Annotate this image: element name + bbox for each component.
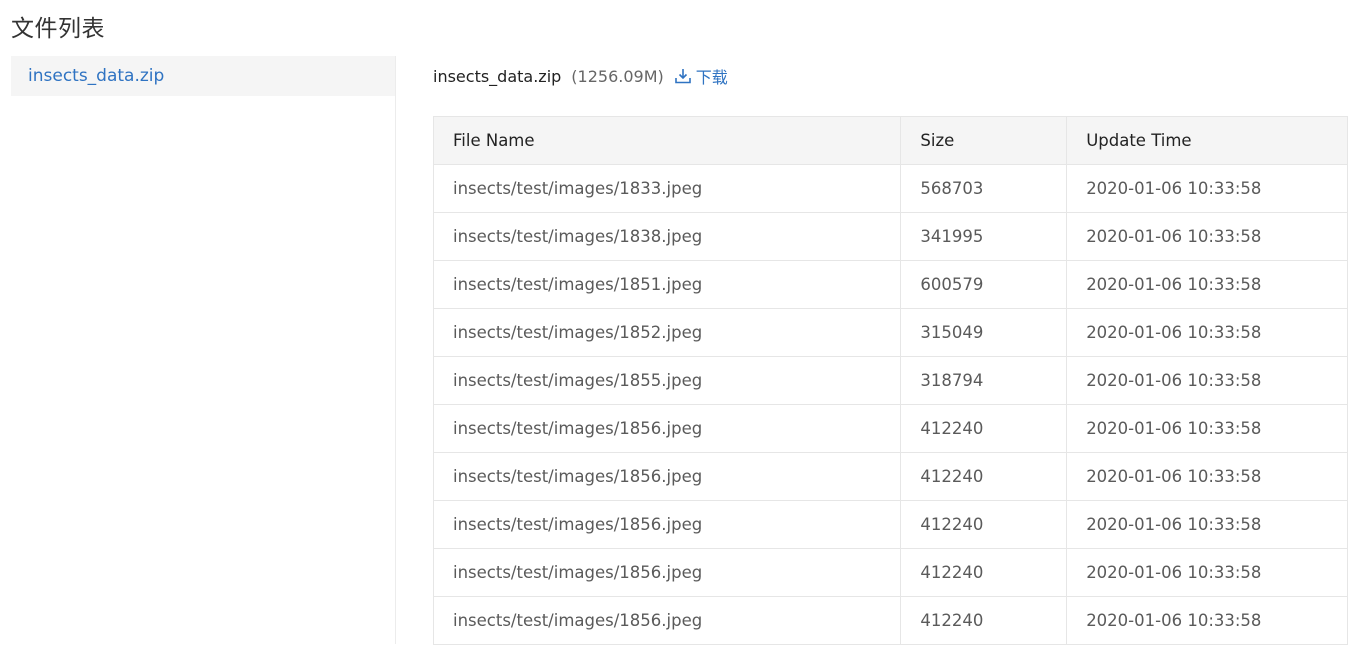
cell-update-time: 2020-01-06 10:33:58	[1066, 596, 1348, 645]
cell-size: 318794	[900, 356, 1068, 405]
sidebar-item-insects-data-zip[interactable]: insects_data.zip	[11, 56, 395, 96]
cell-size: 412240	[900, 500, 1068, 549]
table-row: insects/test/images/1851.jpeg 600579 202…	[432, 260, 1348, 309]
cell-update-time: 2020-01-06 10:33:58	[1066, 164, 1348, 213]
cell-update-time: 2020-01-06 10:33:58	[1066, 356, 1348, 405]
page-title: 文件列表	[11, 16, 105, 42]
cell-file-name: insects/test/images/1851.jpeg	[432, 260, 902, 309]
file-table: File Name Size Update Time insects/test/…	[432, 116, 1348, 645]
table-row: insects/test/images/1856.jpeg 412240 202…	[432, 404, 1348, 453]
file-header: insects_data.zip (1256.09M) 下载	[433, 56, 1348, 96]
cell-file-name: insects/test/images/1852.jpeg	[432, 308, 902, 357]
cell-file-name: insects/test/images/1856.jpeg	[432, 404, 902, 453]
file-size: (1256.09M)	[571, 66, 664, 86]
cell-update-time: 2020-01-06 10:33:58	[1066, 260, 1348, 309]
file-name: insects_data.zip	[433, 66, 562, 86]
column-header-update-time: Update Time	[1066, 116, 1348, 165]
cell-update-time: 2020-01-06 10:33:58	[1066, 548, 1348, 597]
cell-file-name: insects/test/images/1833.jpeg	[432, 164, 902, 213]
cell-file-name: insects/test/images/1856.jpeg	[432, 596, 902, 645]
cell-size: 412240	[900, 452, 1068, 501]
table-row: insects/test/images/1856.jpeg 412240 202…	[432, 500, 1348, 549]
cell-size: 341995	[900, 212, 1068, 261]
column-header-file-name: File Name	[432, 116, 902, 165]
cell-update-time: 2020-01-06 10:33:58	[1066, 308, 1348, 357]
cell-update-time: 2020-01-06 10:33:58	[1066, 212, 1348, 261]
table-row: insects/test/images/1855.jpeg 318794 202…	[432, 356, 1348, 405]
sidebar: insects_data.zip	[11, 56, 396, 644]
cell-size: 600579	[900, 260, 1068, 309]
cell-size: 568703	[900, 164, 1068, 213]
download-label: 下载	[695, 68, 728, 87]
cell-file-name: insects/test/images/1855.jpeg	[432, 356, 902, 405]
cell-file-name: insects/test/images/1856.jpeg	[432, 548, 902, 597]
cell-update-time: 2020-01-06 10:33:58	[1066, 500, 1348, 549]
table-row: insects/test/images/1838.jpeg 341995 202…	[432, 212, 1348, 261]
table-row: insects/test/images/1856.jpeg 412240 202…	[432, 596, 1348, 645]
main-content: insects_data.zip (1256.09M) 下载 File Name…	[432, 56, 1348, 645]
cell-file-name: insects/test/images/1838.jpeg	[432, 212, 902, 261]
table-row: insects/test/images/1856.jpeg 412240 202…	[432, 452, 1348, 501]
column-header-size: Size	[900, 116, 1068, 165]
table-row: insects/test/images/1852.jpeg 315049 202…	[432, 308, 1348, 357]
cell-size: 412240	[900, 404, 1068, 453]
cell-file-name: insects/test/images/1856.jpeg	[432, 452, 902, 501]
cell-update-time: 2020-01-06 10:33:58	[1066, 404, 1348, 453]
download-button[interactable]: 下载	[674, 64, 728, 88]
table-row: insects/test/images/1833.jpeg 568703 202…	[432, 164, 1348, 213]
table-header-row: File Name Size Update Time	[432, 116, 1348, 165]
cell-file-name: insects/test/images/1856.jpeg	[432, 500, 902, 549]
cell-size: 412240	[900, 596, 1068, 645]
download-icon	[674, 69, 691, 84]
cell-size: 315049	[900, 308, 1068, 357]
cell-update-time: 2020-01-06 10:33:58	[1066, 452, 1348, 501]
table-row: insects/test/images/1856.jpeg 412240 202…	[432, 548, 1348, 597]
cell-size: 412240	[900, 548, 1068, 597]
